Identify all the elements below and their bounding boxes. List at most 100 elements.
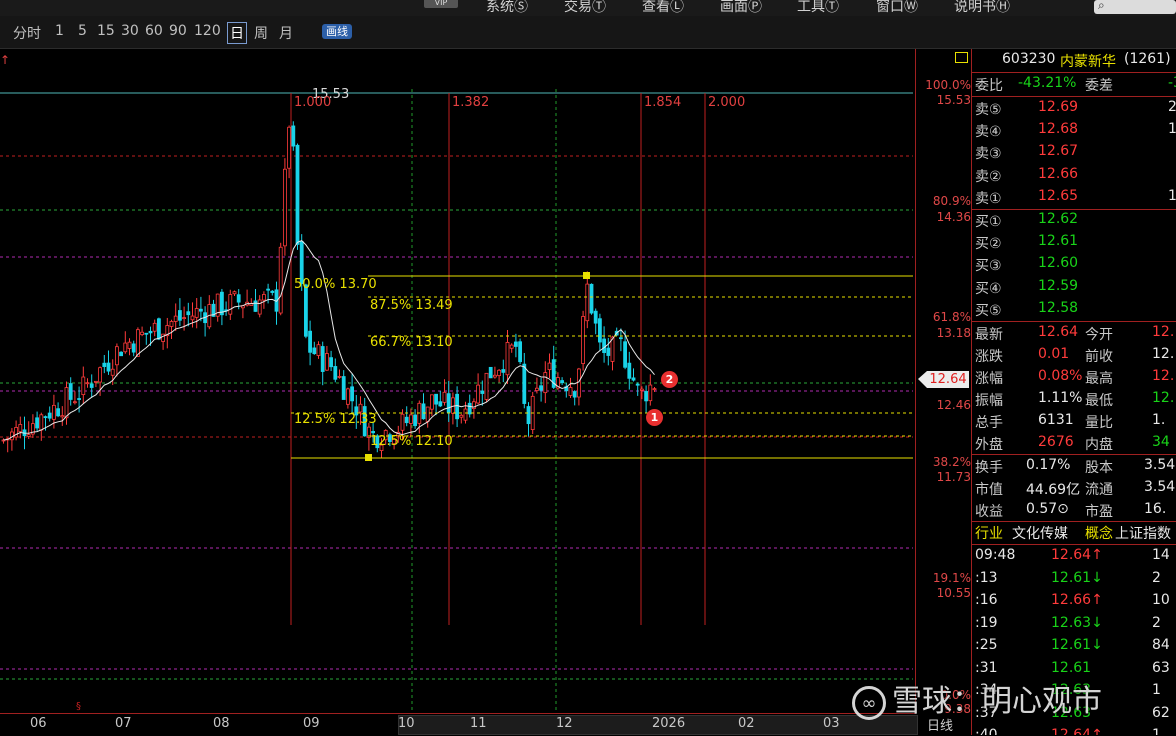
date-tick: 11 (470, 716, 487, 731)
ask-row: 卖④ 12.68 1 (972, 119, 1176, 141)
fibonacci-overlay: § (76, 272, 913, 712)
candle-body (169, 321, 174, 327)
candle-body (257, 299, 262, 315)
candle-body (593, 310, 598, 324)
candle-body (115, 346, 119, 366)
period-5min[interactable]: 5 (78, 23, 87, 39)
period-90min[interactable]: 90 (169, 23, 187, 39)
date-tick: 08 (213, 716, 230, 731)
candle-body (577, 368, 581, 398)
watermark: ∞ 雪球：明心观市 (852, 676, 1102, 720)
stat-value: 12. (1152, 390, 1175, 406)
tick-price: 12.61 (1051, 659, 1092, 676)
bid-row: 买① 12.62 (972, 209, 1176, 231)
stat-value: 34 (1152, 434, 1170, 450)
candle-body (177, 310, 182, 321)
concept-value[interactable]: 上证指数 (1115, 523, 1171, 543)
candle-body (627, 362, 632, 379)
vip-badge[interactable]: VIP (424, 0, 458, 8)
menu-trade[interactable]: 交易Ⓣ (564, 0, 606, 16)
bid-label: 买④ (975, 280, 1002, 297)
stat-label: 涨跌 (975, 349, 1003, 365)
menu-view[interactable]: 查看Ⓛ (642, 0, 684, 16)
ask-row: 卖② 12.66 (972, 164, 1176, 186)
menu-screen[interactable]: 画面Ⓟ (720, 0, 762, 16)
tick-row: :16 12.66↑ 10 (972, 590, 1176, 612)
period-intraday[interactable]: 分时 (13, 23, 41, 43)
menu-system[interactable]: 系统Ⓢ (486, 0, 528, 16)
period-15min[interactable]: 15 (97, 23, 115, 39)
candle-body (421, 403, 426, 420)
candle-body (350, 386, 355, 402)
menu-tools[interactable]: 工具Ⓣ (797, 0, 839, 16)
candle-body (316, 344, 321, 356)
tick-volume: 63 (1152, 659, 1170, 676)
fund-label: 换手 (975, 460, 1003, 476)
period-day[interactable]: 日 (227, 22, 247, 44)
tick-volume: 2 (1152, 569, 1161, 586)
period-30min[interactable]: 30 (121, 23, 139, 39)
candle-body (287, 126, 292, 169)
candle-body (602, 338, 606, 353)
fib-time-label-1: 1.000 (294, 95, 332, 110)
search-input[interactable]: ⌕ (1094, 0, 1176, 14)
candle-body (589, 283, 594, 314)
period-1min[interactable]: 1 (55, 23, 64, 39)
bid-price: 12.59 (1038, 277, 1079, 294)
date-tick: 02 (738, 716, 755, 731)
candle-body (560, 380, 564, 384)
period-60min[interactable]: 60 (145, 23, 163, 39)
menu-window[interactable]: 窗口Ⓦ (876, 0, 918, 16)
period-month[interactable]: 月 (279, 23, 293, 43)
candle-body (345, 388, 350, 405)
candle-body (282, 168, 287, 247)
stat-label: 今开 (1085, 327, 1113, 343)
candle-body (182, 317, 187, 319)
candle-body (123, 342, 128, 353)
candle-body (131, 343, 136, 353)
ask-volume: 2 (1168, 99, 1176, 115)
fib-level-label: 50.0% 13.70 (294, 277, 377, 292)
fib-level-label: 12.5% 12.10 (370, 434, 453, 449)
stock-code: 603230 (1002, 51, 1056, 67)
period-week[interactable]: 周 (254, 23, 268, 43)
candle-body (85, 382, 90, 385)
candle-body (572, 391, 577, 398)
ask-label: 卖① (975, 190, 1002, 207)
stock-header[interactable]: 603230 内蒙新华 (1261) (972, 49, 1176, 71)
fib-time-label-4: 2.000 (708, 95, 746, 110)
quote-panel: 603230 内蒙新华 (1261) 委比 -43.21% 委差 -3 卖⑤12… (971, 49, 1176, 735)
industry-value[interactable]: 文化传媒 (1012, 523, 1068, 543)
tick-price: 12.66↑ (1051, 592, 1103, 608)
axis-price: 14.36 (936, 210, 971, 224)
stock-name: 内蒙新华 (1060, 54, 1116, 70)
stat-row: 涨幅 0.08% 最高 12. (972, 366, 1176, 388)
period-120min[interactable]: 120 (194, 23, 221, 39)
stock-rank: (1261) (1124, 51, 1171, 67)
ask-row: 卖⑤ 12.69 2 (972, 97, 1176, 119)
tick-time: :16 (975, 592, 998, 608)
kline-chart[interactable]: § (0, 49, 916, 713)
marker-badge-2[interactable]: 2 (661, 371, 678, 388)
candle-body (438, 401, 443, 407)
tick-price: 12.64↑ (1051, 547, 1103, 563)
tick-time: 09:48 (975, 547, 1016, 563)
ask-volume: 1 (1168, 121, 1176, 137)
fund-row: 换手 0.17% 股本 3.54 (972, 455, 1176, 477)
candle-body (52, 404, 56, 420)
candle-body (35, 417, 39, 429)
current-price-tag: 12.64 (918, 371, 969, 388)
date-tick: 2026 (652, 716, 686, 731)
draw-line-button[interactable]: 画线 (322, 24, 352, 39)
fib-time-label-3: 1.854 (644, 95, 682, 110)
industry-row[interactable]: 行业 文化传媒 概念 上证指数 (972, 521, 1176, 543)
ask-price: 12.66 (1038, 165, 1079, 182)
candle-body (400, 413, 405, 431)
marker-badge-1[interactable]: 1 (646, 409, 663, 426)
fund-label: 市盈 (1085, 504, 1113, 520)
fib-handle (583, 272, 590, 279)
candle-body (270, 290, 275, 293)
axis-price: 10.55 (936, 586, 971, 600)
stat-label: 涨幅 (975, 371, 1003, 387)
candle-body (266, 288, 271, 291)
